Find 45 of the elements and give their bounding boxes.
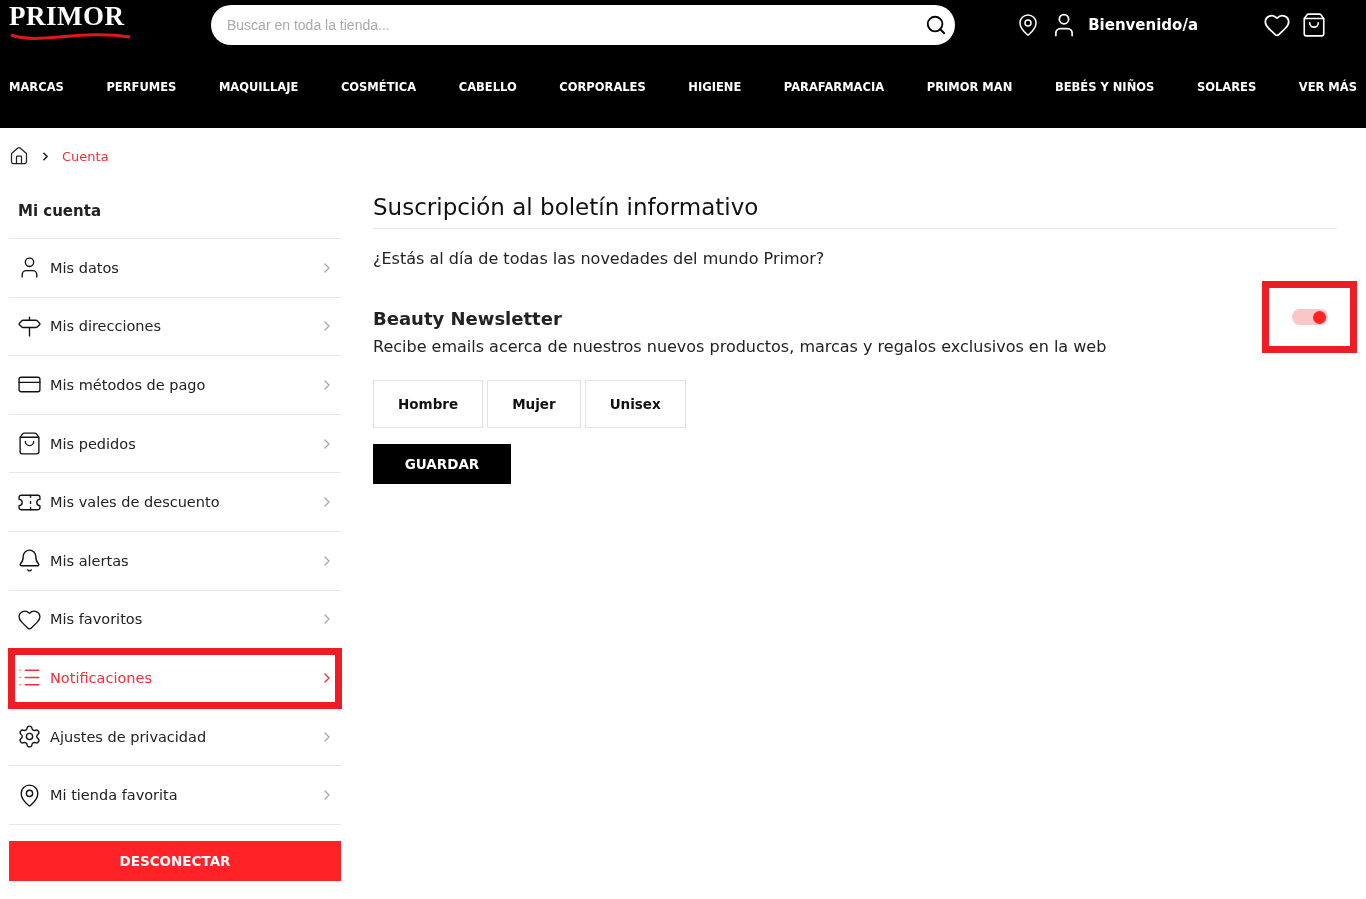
option-button[interactable]: Unisex — [584, 380, 686, 428]
nav-link[interactable]: MAQUILLAJE — [218, 80, 299, 94]
nav-link[interactable]: MARCAS — [9, 80, 64, 94]
sidebar-item[interactable]: Ajustes de privacidad — [9, 707, 341, 767]
newsletter-name: Beauty Newsletter — [373, 308, 563, 329]
search-icon[interactable] — [925, 14, 947, 36]
nav-link[interactable]: PRIMOR MAN — [926, 80, 1013, 94]
page-title: Suscripción al boletín informativo — [373, 194, 1337, 229]
sidebar-item[interactable]: Notificaciones — [9, 649, 341, 708]
sidebar-item[interactable]: Mis pedidos — [9, 414, 341, 474]
sidebar-item[interactable]: Mis métodos de pago — [9, 356, 341, 415]
nav-link[interactable]: SOLARES — [1196, 80, 1257, 94]
sidebar-item[interactable]: Mis alertas — [9, 531, 341, 591]
home-icon[interactable] — [9, 146, 29, 166]
logout-button[interactable]: DESCONECTAR — [9, 840, 341, 881]
search-field[interactable]: Buscar en toda la tienda... — [211, 5, 955, 45]
save-button[interactable]: GUARDAR — [373, 444, 511, 484]
nav-link[interactable]: HIGIENE — [688, 80, 742, 94]
sidebar-title: Mi cuenta — [9, 184, 341, 239]
nav-link[interactable]: COSMÉTICA — [340, 80, 417, 94]
newsletter-description: Recibe emails acerca de nuestros nuevos productos, marcas y regalos exclusivos en la web — [373, 337, 1107, 356]
option-button[interactable]: Mujer — [487, 380, 581, 428]
toggle-switch[interactable] — [1291, 309, 1328, 325]
bag-icon[interactable] — [1301, 12, 1327, 38]
bag-icon — [17, 431, 42, 457]
nav-link[interactable]: CORPORALES — [559, 80, 646, 94]
breadcrumb-link[interactable]: Cuenta — [62, 148, 109, 164]
logo[interactable]: PRIMOR — [9, 1, 131, 31]
sidebar-item[interactable]: Mi tienda favorita — [9, 766, 341, 825]
sidebar-item[interactable]: Mis direcciones — [9, 297, 341, 357]
greeting[interactable]: Bienvenido/a — [1088, 16, 1198, 34]
intro-text: ¿Estás al día de todas las novedades del mundo Primor? — [373, 249, 826, 268]
nav-link[interactable]: PERFUMES — [106, 80, 177, 94]
gear-icon — [17, 724, 42, 750]
nav-link[interactable]: VER MÁS — [1298, 80, 1357, 94]
nav-link[interactable]: BEBÉS Y NIÑOS — [1054, 80, 1155, 94]
sidebar-item[interactable]: Mis vales de descuento — [9, 473, 341, 532]
nav-link[interactable]: CABELLO — [458, 80, 517, 94]
sidebar-item[interactable]: Mis favoritos — [9, 590, 341, 650]
swoosh-icon — [9, 31, 131, 43]
signpost-icon — [17, 313, 42, 339]
option-button[interactable]: Hombre — [373, 380, 484, 428]
sidebar-item[interactable]: Mis datos — [9, 239, 341, 298]
nav-link[interactable]: PARAFARMACIA — [783, 80, 885, 94]
bell-icon — [17, 548, 42, 574]
